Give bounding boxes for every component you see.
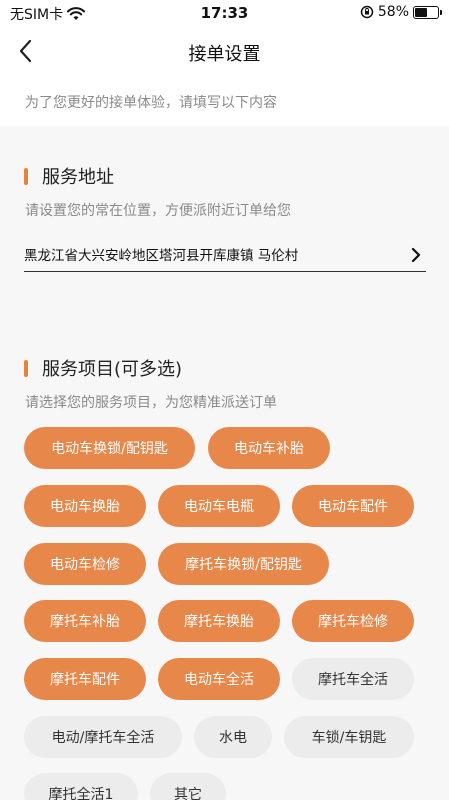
services-title-text: 服务项目(可多选) xyxy=(42,359,183,380)
nav-bar: 接单设置 xyxy=(0,26,449,76)
orientation-lock-icon xyxy=(360,5,374,19)
service-chip[interactable]: 电动/摩托车全活 xyxy=(24,716,182,758)
status-bar: 无SIM卡 17:33 58% xyxy=(0,0,449,26)
service-chip[interactable]: 其它 xyxy=(150,773,226,800)
address-title-text: 服务地址 xyxy=(42,167,114,188)
battery-percent: 58% xyxy=(377,4,409,20)
service-chip[interactable]: 电动车全活 xyxy=(158,658,280,700)
battery-icon xyxy=(413,5,442,19)
service-chip[interactable]: 电动车换锁/配钥匙 xyxy=(24,427,195,469)
service-chip[interactable]: 摩托车补胎 xyxy=(24,600,146,642)
service-chip[interactable]: 电动车换胎 xyxy=(24,485,146,527)
services-description: 请选择您的服务项目，为您精准派送订单 xyxy=(25,395,277,411)
address-section-title: 服务地址 xyxy=(24,163,114,189)
page-title: 接单设置 xyxy=(188,44,261,65)
service-chip[interactable]: 摩托车全活 xyxy=(292,658,414,700)
service-chip[interactable]: 电动车补胎 xyxy=(208,427,330,469)
status-right: 58% xyxy=(360,4,442,20)
service-chip[interactable]: 摩托车配件 xyxy=(24,658,146,700)
service-chip[interactable]: 电动车电瓶 xyxy=(158,485,280,527)
service-chip[interactable]: 车锁/车钥匙 xyxy=(284,716,414,758)
section-accent-bar xyxy=(24,359,28,377)
service-chip[interactable]: 摩托车检修 xyxy=(292,600,414,642)
service-chip[interactable]: 电动车配件 xyxy=(292,485,414,527)
battery-fill xyxy=(415,7,427,17)
chevron-right-icon xyxy=(411,247,421,263)
subheader-text: 为了您更好的接单体验，请填写以下内容 xyxy=(25,95,277,111)
service-chip[interactable]: 摩托全活1 xyxy=(24,773,138,800)
services-section-title: 服务项目(可多选) xyxy=(24,355,182,381)
service-chip[interactable]: 水电 xyxy=(194,716,272,758)
address-value: 黑龙江省大兴安岭地区塔河县开库康镇 马伦村 xyxy=(24,248,299,264)
service-chip[interactable]: 摩托车换胎 xyxy=(158,600,280,642)
address-selector[interactable]: 黑龙江省大兴安岭地区塔河县开库康镇 马伦村 xyxy=(24,238,426,272)
address-description: 请设置您的常在位置，方便派附近订单给您 xyxy=(25,203,291,219)
subheader: 为了您更好的接单体验，请填写以下内容 xyxy=(0,76,449,126)
service-chip[interactable]: 电动车检修 xyxy=(24,543,146,585)
service-chip[interactable]: 摩托车换锁/配钥匙 xyxy=(158,543,329,585)
section-accent-bar xyxy=(24,167,28,185)
